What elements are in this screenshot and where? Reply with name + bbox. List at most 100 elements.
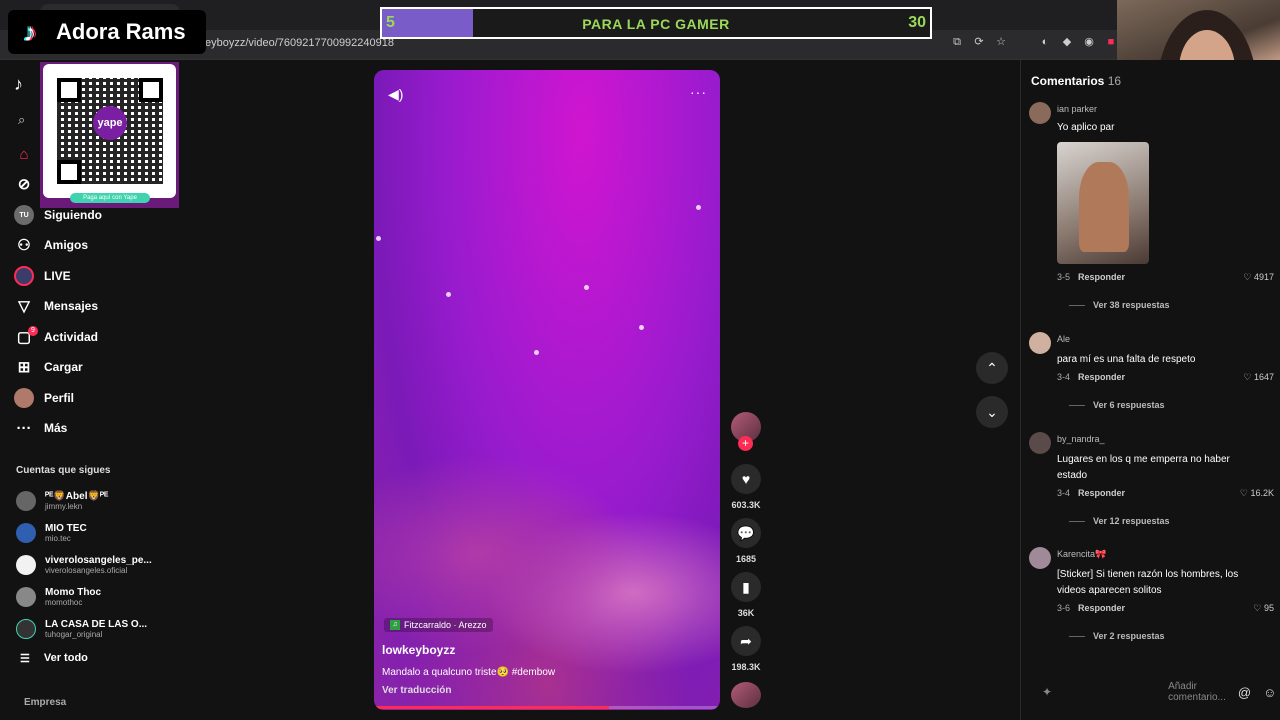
comment-user[interactable]: Ale (1057, 334, 1070, 344)
comment-button[interactable]: 💬 (731, 518, 761, 548)
previous-video-button[interactable]: ⌃ (976, 352, 1008, 384)
like-button[interactable]: ♥ (731, 464, 761, 494)
comment-like[interactable]: ♡ 4917 (1219, 272, 1274, 283)
following-name: MIO TEC (45, 523, 87, 534)
comment-user[interactable]: Karencita🎀 (1057, 549, 1106, 560)
mention-icon[interactable]: @ (1238, 685, 1251, 700)
tiktok-logo-icon[interactable]: ♪ (14, 74, 23, 95)
extension-icon[interactable]: ◉ (1082, 35, 1096, 49)
avatar (16, 555, 36, 575)
video-progress[interactable] (374, 706, 720, 709)
view-replies-link[interactable]: Ver 2 respuestas (1069, 631, 1165, 641)
translate-link[interactable]: Ver traducción (382, 685, 451, 696)
sidebar-item-live[interactable]: LIVE (14, 261, 71, 291)
following-item[interactable]: viverolosangeles_pe... viverolosangeles.o… (16, 551, 152, 579)
donation-goal-bar: PARA LA PC GAMER 5 30 (380, 7, 932, 39)
send-icon: ▽ (18, 298, 30, 315)
share-button[interactable]: ➦ (731, 626, 761, 656)
sidebar-item-messages[interactable]: ▽ Mensajes (14, 291, 98, 321)
qr-label: Paga aquí con Yape (70, 193, 150, 203)
more-icon[interactable]: ··· (690, 84, 707, 100)
light-spot (639, 325, 644, 330)
comment-image-figure (1079, 162, 1129, 252)
reply-button[interactable]: Responder (1078, 488, 1125, 498)
yape-logo: yape (93, 106, 127, 140)
comment-like[interactable]: ♡ 95 (1219, 603, 1274, 614)
avatar[interactable] (1029, 432, 1051, 454)
view-replies-link[interactable]: Ver 38 respuestas (1069, 300, 1170, 310)
comments-title-label: Comentarios (1031, 74, 1105, 88)
see-all-link[interactable]: ☰ Ver todo (20, 652, 88, 665)
save-button[interactable]: ▮ (731, 572, 761, 602)
following-item[interactable]: ᴾᴱ🦁Abel🦁ᴾᴱ jimmy.lekn (16, 487, 108, 515)
sound-avatar[interactable] (731, 682, 761, 708)
compass-icon: ⊘ (17, 176, 31, 193)
music-tag[interactable]: ♫ Fitzcarraldo · Arezzo (384, 618, 493, 632)
sidebar-item-more[interactable]: ··· Más (14, 413, 68, 443)
comment: Ale para mí es una falta de respeto 3-4 … (1029, 332, 1279, 422)
comment-meta: 3-5 Responder (1057, 272, 1125, 282)
reply-button[interactable]: Responder (1078, 603, 1125, 613)
video-player[interactable]: ◀) ··· ♫ Fitzcarraldo · Arezzo lowkeyboy… (374, 70, 720, 710)
sidebar-item-friends[interactable]: ⚇ Amigos (14, 230, 88, 260)
sidebar-item-activity[interactable]: ▢ Actividad (14, 322, 98, 352)
sidebar-item-profile[interactable]: Perfil (14, 383, 74, 413)
volume-icon[interactable]: ◀) (388, 86, 403, 103)
next-video-button[interactable]: ⌄ (976, 396, 1008, 428)
screen-icon[interactable]: ⟳ (972, 35, 986, 49)
emoji-icon[interactable]: ☺ (1263, 685, 1276, 700)
avatar[interactable] (1029, 332, 1051, 354)
light-spot (446, 292, 451, 297)
extension-icon[interactable]: ■ (1104, 35, 1118, 49)
company-link[interactable]: Empresa (24, 697, 66, 708)
sidebar-item-upload[interactable]: ⊞ Cargar (14, 352, 83, 382)
comment-date: 3-4 (1057, 372, 1071, 382)
following-handle: mio.tec (45, 534, 71, 543)
following-item[interactable]: Momo Thoc momothoc (16, 583, 101, 611)
following-item[interactable]: MIO TEC mio.tec (16, 519, 87, 547)
search-icon[interactable]: ⌕ (18, 112, 25, 128)
comment-user[interactable]: by_nandra_ (1057, 434, 1105, 444)
avatar (16, 491, 36, 511)
extension-icon[interactable]: ◐ (1038, 35, 1052, 49)
avatar[interactable] (1029, 547, 1051, 569)
comment-image[interactable] (1057, 142, 1149, 264)
sticker-icon[interactable]: ✦ (1042, 685, 1052, 699)
comment-input[interactable]: Añadir comentario... (1168, 681, 1226, 703)
comment-date: 3-5 (1057, 272, 1071, 282)
comment-date: 3-6 (1057, 603, 1071, 613)
extension-icon[interactable]: ◆ (1060, 35, 1074, 49)
comment-like-count: 95 (1263, 603, 1274, 613)
save-count: 36K (737, 608, 755, 618)
star-icon[interactable]: ☆ (994, 35, 1008, 49)
comment-user[interactable]: ian parker (1057, 104, 1097, 114)
comment-like[interactable]: ♡ 16.2K (1219, 488, 1274, 499)
qr-payment-card: yape Paga aquí con Yape (40, 62, 179, 208)
comments-count: 16 (1107, 74, 1122, 88)
following-name: ᴾᴱ🦁Abel🦁ᴾᴱ (45, 491, 109, 502)
tiktok-logo-icon: ♪ (23, 17, 37, 47)
music-icon: ♫ (390, 620, 400, 630)
follow-plus-icon[interactable]: + (738, 436, 753, 451)
following-handle: jimmy.lekn (45, 502, 83, 511)
music-label: Fitzcarraldo · Arezzo (404, 620, 487, 630)
translate-icon[interactable]: ⧉ (950, 35, 964, 49)
sidebar-item-label: Siguiendo (44, 208, 102, 222)
sidebar-item-label: LIVE (44, 269, 71, 283)
url-field[interactable]: eyboyzz/video/7609217700992240918 (205, 37, 394, 49)
view-replies-link[interactable]: Ver 6 respuestas (1069, 400, 1165, 410)
video-author[interactable]: lowkeyboyzz (382, 643, 455, 657)
view-replies-link[interactable]: Ver 12 respuestas (1069, 516, 1170, 526)
sidebar-item-home[interactable]: ⌂ (14, 139, 34, 169)
chevron-down-icon: ⌄ (986, 403, 998, 420)
sidebar-item-explore[interactable]: ⊘ (14, 169, 34, 199)
following-handle: viverolosangeles.oficial (45, 566, 128, 575)
streamer-name: Adora Rams (56, 19, 186, 44)
comment-like[interactable]: ♡ 1647 (1219, 372, 1274, 383)
reply-button[interactable]: Responder (1078, 272, 1125, 282)
reply-button[interactable]: Responder (1078, 372, 1125, 382)
comment-date: 3-4 (1057, 488, 1071, 498)
following-item[interactable]: LA CASA DE LAS O... tuhogar_original (16, 615, 147, 643)
avatar[interactable] (1029, 102, 1051, 124)
comment: by_nandra_ Lugares en los q me emperra n… (1029, 432, 1279, 532)
